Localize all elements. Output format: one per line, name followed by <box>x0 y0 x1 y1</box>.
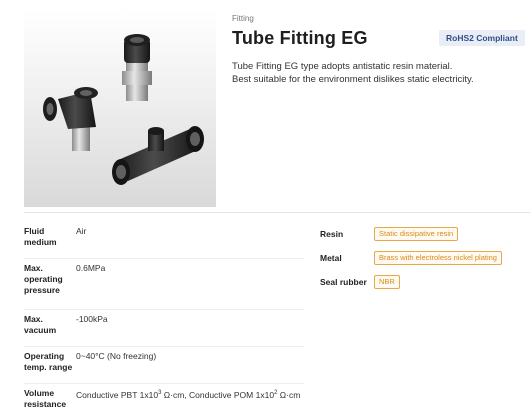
product-title: Tube Fitting EG <box>232 28 368 48</box>
tube-fittings-photo <box>43 34 204 185</box>
material-label: Metal <box>320 253 342 263</box>
spec-label: Fluid medium <box>24 226 76 252</box>
spec-table: Fluid medium Air Max. operating pressure… <box>24 222 304 420</box>
materials-table: Resin Static dissipative resin Metal Bra… <box>320 222 530 294</box>
spec-label: Volume resistance <box>24 388 76 414</box>
description-line: Best suitable for the environment dislik… <box>232 74 474 85</box>
label-line: operating <box>24 274 63 284</box>
spec-value: -100kPa <box>76 314 108 324</box>
material-row-metal: Metal Brass with electroless nickel plat… <box>320 246 530 270</box>
material-row-resin: Resin Static dissipative resin <box>320 222 530 246</box>
value-part: Ω·cm, Conductive POM 1x10 <box>161 389 275 400</box>
label-line: Volume <box>24 388 55 398</box>
spec-label: Operating temp. range <box>24 351 76 377</box>
material-label: Resin <box>320 229 344 239</box>
spec-row-fluid: Fluid medium Air <box>24 222 304 259</box>
spec-row-pressure: Max. operating pressure 0.6MPa <box>24 259 304 310</box>
product-image <box>24 9 216 207</box>
spec-label: Max. vacuum <box>24 314 76 340</box>
label-line: vacuum <box>24 325 57 335</box>
description-line: Tube Fitting EG type adopts antistatic r… <box>232 61 453 72</box>
material-row-seal: Seal rubber NBR <box>320 270 530 294</box>
spec-row-temperature: Operating temp. range 0~40°C (No freezin… <box>24 347 304 384</box>
spec-label: Max. operating pressure <box>24 263 76 303</box>
spec-row-vacuum: Max. vacuum -100kPa <box>24 310 304 347</box>
spec-value: Conductive PBT 1x103 Ω·cm, Conductive PO… <box>76 388 304 414</box>
value-part: Ω·cm <box>277 389 301 400</box>
label-line: medium <box>24 237 57 247</box>
product-category: Fitting <box>232 14 254 23</box>
label-line: Max. <box>24 314 43 324</box>
label-line: Operating <box>24 351 65 361</box>
product-description: Tube Fitting EG type adopts antistatic r… <box>232 60 522 86</box>
label-line: Max. <box>24 263 43 273</box>
material-tag: NBR <box>374 275 400 289</box>
section-divider <box>24 212 530 213</box>
spec-value: Air <box>76 226 87 236</box>
material-tag: Static dissipative resin <box>374 227 459 241</box>
rohs-badge: RoHS2 Compliant <box>439 30 525 46</box>
label-line: resistance <box>24 399 67 409</box>
label-line: Fluid <box>24 226 45 236</box>
spec-value: 0~40°C (No freezing) <box>76 351 157 361</box>
label-line: temp. range <box>24 362 73 372</box>
spec-value: 0.6MPa <box>76 263 106 273</box>
label-line: pressure <box>24 285 60 295</box>
spec-row-resistance: Volume resistance Conductive PBT 1x103 Ω… <box>24 384 304 420</box>
material-label: Seal rubber <box>320 277 367 287</box>
material-tag: Brass with electroless nickel plating <box>374 251 502 265</box>
value-part: Conductive PBT 1x10 <box>76 389 159 400</box>
